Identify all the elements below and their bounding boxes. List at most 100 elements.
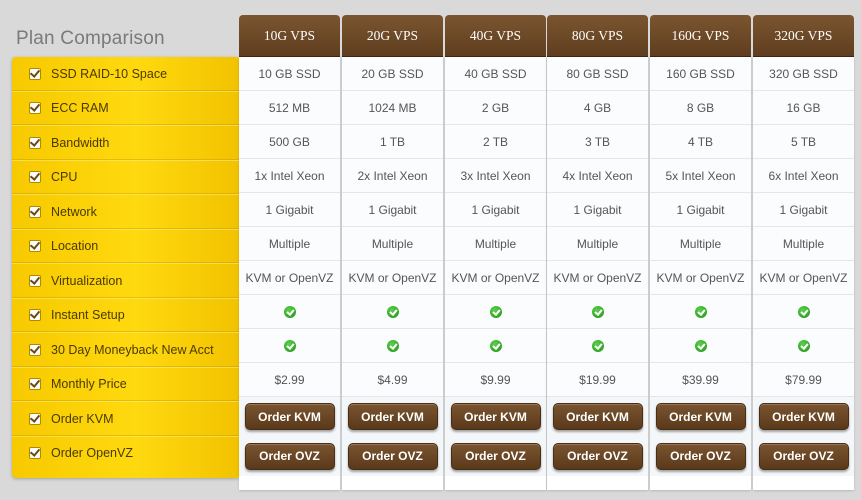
feature-label: Virtualization bbox=[51, 273, 123, 288]
green-check-icon bbox=[694, 305, 707, 318]
plan-bandwidth: 1 TB bbox=[342, 125, 443, 159]
plan-column-320g: 320G VPS 320 GB SSD 16 GB 5 TB 6x Intel … bbox=[753, 15, 854, 490]
checkbox-icon bbox=[29, 239, 41, 252]
plan-virtualization: KVM or OpenVZ bbox=[650, 261, 751, 295]
green-check-icon bbox=[591, 339, 604, 352]
feature-label: Order OpenVZ bbox=[51, 446, 133, 460]
plan-price: $19.99 bbox=[547, 363, 648, 397]
plan-cpu: 6x Intel Xeon bbox=[753, 159, 854, 193]
feature-row: CPU bbox=[12, 160, 240, 194]
feature-label: ECC RAM bbox=[51, 100, 109, 115]
page-title: Plan Comparison bbox=[16, 28, 165, 49]
green-check-icon bbox=[797, 339, 810, 352]
plan-body: 160 GB SSD 8 GB 4 TB 5x Intel Xeon 1 Gig… bbox=[650, 57, 751, 490]
plan-location: Multiple bbox=[753, 227, 854, 261]
plan-moneyback bbox=[445, 329, 546, 363]
green-check-icon bbox=[694, 339, 707, 352]
plan-bandwidth: 4 TB bbox=[650, 125, 751, 159]
feature-row: ECC RAM bbox=[12, 91, 240, 125]
feature-row: Instant Setup bbox=[12, 298, 240, 332]
feature-row: Monthly Price bbox=[12, 367, 240, 401]
checkbox-icon bbox=[29, 274, 41, 287]
green-check-icon bbox=[489, 305, 502, 318]
order-ovz-button[interactable]: Order OVZ bbox=[450, 442, 541, 470]
feature-row: Location bbox=[12, 229, 240, 263]
checkbox-icon bbox=[29, 343, 41, 356]
plan-column-160g: 160G VPS 160 GB SSD 8 GB 4 TB 5x Intel X… bbox=[650, 15, 751, 490]
order-kvm-button[interactable]: Order KVM bbox=[347, 403, 438, 430]
plan-instant-setup bbox=[342, 295, 443, 329]
order-ovz-button[interactable]: Order OVZ bbox=[552, 442, 643, 470]
plan-body: 20 GB SSD 1024 MB 1 TB 2x Intel Xeon 1 G… bbox=[342, 57, 443, 490]
plan-column-80g: 80G VPS 80 GB SSD 4 GB 3 TB 4x Intel Xeo… bbox=[547, 15, 648, 490]
plan-header: 320G VPS bbox=[753, 15, 854, 57]
plan-bandwidth: 500 GB bbox=[239, 125, 340, 159]
green-check-icon bbox=[489, 339, 502, 352]
plan-instant-setup bbox=[547, 295, 648, 329]
plan-location: Multiple bbox=[650, 227, 751, 261]
plan-bandwidth: 5 TB bbox=[753, 125, 854, 159]
plan-moneyback bbox=[547, 329, 648, 363]
green-check-icon bbox=[591, 305, 604, 318]
plan-body: 10 GB SSD 512 MB 500 GB 1x Intel Xeon 1 … bbox=[239, 57, 340, 490]
green-check-icon bbox=[283, 305, 296, 318]
plan-instant-setup bbox=[650, 295, 751, 329]
plan-network: 1 Gigabit bbox=[239, 193, 340, 227]
feature-label: Bandwidth bbox=[51, 135, 110, 150]
order-kvm-button[interactable]: Order KVM bbox=[655, 403, 746, 430]
order-ovz-button[interactable]: Order OVZ bbox=[655, 442, 746, 470]
order-kvm-button[interactable]: Order KVM bbox=[244, 403, 335, 430]
order-ovz-button[interactable]: Order OVZ bbox=[758, 442, 849, 470]
plan-body: 40 GB SSD 2 GB 2 TB 3x Intel Xeon 1 Giga… bbox=[445, 57, 546, 490]
checkbox-icon bbox=[29, 67, 41, 80]
plan-header: 40G VPS bbox=[445, 15, 546, 57]
plan-network: 1 Gigabit bbox=[342, 193, 443, 227]
plan-price: $4.99 bbox=[342, 363, 443, 397]
order-kvm-cell: Order KVM bbox=[445, 397, 546, 436]
plan-cpu: 4x Intel Xeon bbox=[547, 159, 648, 193]
order-kvm-button[interactable]: Order KVM bbox=[758, 403, 849, 430]
plan-virtualization: KVM or OpenVZ bbox=[342, 261, 443, 295]
order-ovz-button[interactable]: Order OVZ bbox=[244, 442, 335, 470]
plan-ram: 16 GB bbox=[753, 91, 854, 125]
plan-price: $2.99 bbox=[239, 363, 340, 397]
plan-ram: 4 GB bbox=[547, 91, 648, 125]
order-ovz-button[interactable]: Order OVZ bbox=[347, 442, 438, 470]
feature-label: Network bbox=[51, 204, 97, 219]
checkbox-icon bbox=[29, 308, 41, 321]
plan-ssd: 80 GB SSD bbox=[547, 57, 648, 91]
plan-price: $9.99 bbox=[445, 363, 546, 397]
plan-network: 1 Gigabit bbox=[445, 193, 546, 227]
plan-bandwidth: 3 TB bbox=[547, 125, 648, 159]
checkbox-icon bbox=[29, 136, 41, 149]
feature-panel: SSD RAID-10 Space ECC RAM Bandwidth CPU … bbox=[12, 57, 240, 478]
plan-moneyback bbox=[239, 329, 340, 363]
checkbox-icon bbox=[29, 447, 41, 459]
plan-virtualization: KVM or OpenVZ bbox=[239, 261, 340, 295]
plan-ram: 1024 MB bbox=[342, 91, 443, 125]
plan-ssd: 40 GB SSD bbox=[445, 57, 546, 91]
checkbox-icon bbox=[29, 412, 41, 425]
order-kvm-button[interactable]: Order KVM bbox=[552, 403, 643, 430]
plan-virtualization: KVM or OpenVZ bbox=[547, 261, 648, 295]
plan-ssd: 320 GB SSD bbox=[753, 57, 854, 91]
feature-row: Virtualization bbox=[12, 264, 240, 298]
order-kvm-button[interactable]: Order KVM bbox=[450, 403, 541, 430]
feature-label: Monthly Price bbox=[51, 376, 127, 391]
order-ovz-cell: Order OVZ bbox=[342, 436, 443, 476]
plan-bandwidth: 2 TB bbox=[445, 125, 546, 159]
plan-moneyback bbox=[650, 329, 751, 363]
plan-ssd: 10 GB SSD bbox=[239, 57, 340, 91]
plan-virtualization: KVM or OpenVZ bbox=[753, 261, 854, 295]
plan-cpu: 2x Intel Xeon bbox=[342, 159, 443, 193]
checkbox-icon bbox=[29, 101, 41, 114]
plan-ssd: 160 GB SSD bbox=[650, 57, 751, 91]
plan-column-40g: 40G VPS 40 GB SSD 2 GB 2 TB 3x Intel Xeo… bbox=[445, 15, 546, 490]
plan-instant-setup bbox=[753, 295, 854, 329]
plan-header: 10G VPS bbox=[239, 15, 340, 57]
feature-label: SSD RAID-10 Space bbox=[51, 66, 168, 81]
plan-location: Multiple bbox=[547, 227, 648, 261]
plan-network: 1 Gigabit bbox=[547, 193, 648, 227]
plan-network: 1 Gigabit bbox=[753, 193, 854, 227]
feature-label: CPU bbox=[51, 169, 78, 184]
